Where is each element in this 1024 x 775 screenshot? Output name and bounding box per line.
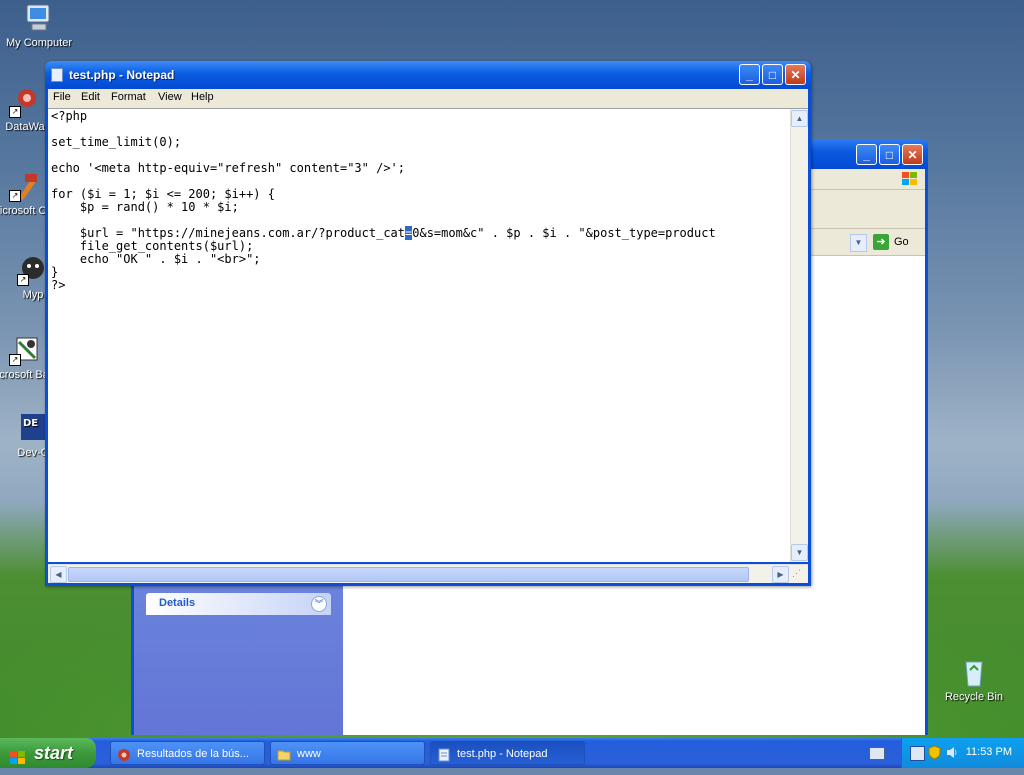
browser-icon <box>117 747 131 761</box>
desktop-icon-my-computer[interactable]: My Computer <box>0 2 78 50</box>
scroll-right-button[interactable]: ▶ <box>772 566 789 583</box>
desktop-icon-label: Recycle Bin <box>944 691 1004 703</box>
code-line: ?> <box>51 278 66 292</box>
code-line: $p = rand() * 10 * $i; <box>51 200 239 214</box>
svg-text:DE: DE <box>23 418 38 429</box>
scroll-up-button[interactable]: ▲ <box>791 110 808 127</box>
resize-grip-icon[interactable]: ⋰ <box>792 568 806 582</box>
computer-icon <box>23 2 55 34</box>
menu-help[interactable]: Help <box>191 91 214 103</box>
visual-cpp-icon: ↗ <box>9 170 41 202</box>
menu-view[interactable]: View <box>158 91 182 103</box>
shortcut-arrow-icon: ↗ <box>9 106 21 118</box>
code-line: } <box>51 265 59 279</box>
explorer-close-button[interactable]: ✕ <box>902 144 923 165</box>
desktop-icon-label: Dev-C <box>17 447 49 459</box>
clock: 11:53 PM <box>965 746 1012 758</box>
vertical-scrollbar[interactable]: ▲ ▼ <box>790 109 808 562</box>
shortcut-arrow-icon: ↗ <box>9 190 21 202</box>
system-tray: 11:53 PM <box>901 738 1024 768</box>
keyboard-layout-icon[interactable] <box>869 747 885 760</box>
desktop-icon-label: Myp <box>22 289 44 301</box>
taskbar: start Resultados de la bús... www test.p… <box>0 738 1024 768</box>
url-line-end: 0&s=mom&c" . $p . $i . "&post_type=produ… <box>412 226 716 240</box>
desktop: My Computer ↗ DataWa ↗ Microsoft C++ ↗ M… <box>0 0 1024 738</box>
code-line: echo '<meta http-equiv="refresh" content… <box>51 161 406 175</box>
folder-icon <box>277 747 291 761</box>
code-line: set_time_limit(0); <box>51 135 182 149</box>
window-title: test.php - Notepad <box>69 68 175 82</box>
visual-basic-icon: ↗ <box>9 334 41 366</box>
details-label: Details <box>159 597 196 609</box>
notepad-titlebar[interactable]: test.php - Notepad <box>45 61 811 89</box>
notepad-menubar: File Edit Format View Help <box>48 89 808 108</box>
windows-logo-icon <box>899 170 921 188</box>
shortcut-arrow-icon: ↗ <box>17 274 29 286</box>
url-line-start: $url = "https://minejeans.com.ar/?produc… <box>51 226 406 240</box>
details-panel-header[interactable]: Details ︾ <box>146 593 331 615</box>
task-button-folder[interactable]: www <box>270 741 425 765</box>
recycle-bin-icon <box>958 656 990 688</box>
desktop-icon-label: My Computer <box>5 37 73 49</box>
task-label: Resultados de la bús... <box>137 748 249 760</box>
explorer-minimize-button[interactable]: _ <box>856 144 877 165</box>
code-text[interactable]: <?php set_time_limit(0);echo '<meta http-… <box>51 110 784 292</box>
scroll-down-button[interactable]: ▼ <box>791 544 808 561</box>
code-line: echo "OK " . $i . "<br>"; <box>51 252 261 266</box>
menu-format[interactable]: Format <box>111 91 146 103</box>
notepad-minimize-button[interactable]: _ <box>739 64 760 85</box>
notepad-icon <box>437 747 451 762</box>
go-arrow-icon: ➜ <box>873 234 889 250</box>
text-editor[interactable]: <?php set_time_limit(0);echo '<meta http-… <box>48 108 808 562</box>
start-label: start <box>34 743 74 763</box>
scroll-left-button[interactable]: ◀ <box>50 566 67 583</box>
windows-flag-icon <box>9 745 27 764</box>
go-label: Go <box>894 236 909 248</box>
task-button-notepad[interactable]: test.php - Notepad <box>430 741 585 765</box>
code-line: <?php <box>51 110 88 123</box>
desktop-icon-label: DataWa <box>5 121 45 133</box>
notepad-close-button[interactable]: ✕ <box>785 64 806 85</box>
go-button[interactable]: ➜ Go <box>873 233 915 251</box>
explorer-maximize-button[interactable]: □ <box>879 144 900 165</box>
datawa-icon: ↗ <box>9 86 41 118</box>
address-dropdown-button[interactable]: ▼ <box>850 234 867 252</box>
notepad-window[interactable]: test.php - Notepad _ □ ✕ File Edit Forma… <box>45 61 811 586</box>
volume-icon[interactable] <box>946 746 959 759</box>
notepad-icon <box>51 68 63 82</box>
chevron-down-icon[interactable]: ︾ <box>311 596 327 612</box>
task-button-browser[interactable]: Resultados de la bús... <box>110 741 265 765</box>
task-label: www <box>297 748 321 760</box>
horizontal-scroll-thumb[interactable] <box>68 567 749 582</box>
start-button[interactable]: start <box>0 738 96 768</box>
network-icon[interactable] <box>910 746 925 761</box>
security-shield-icon[interactable] <box>928 745 941 760</box>
desktop-icon-recycle-bin[interactable]: Recycle Bin <box>935 656 1013 704</box>
menu-file[interactable]: File <box>53 91 71 103</box>
task-label: test.php - Notepad <box>457 748 548 760</box>
notepad-maximize-button[interactable]: □ <box>762 64 783 85</box>
shortcut-arrow-icon: ↗ <box>9 354 21 366</box>
menu-edit[interactable]: Edit <box>81 91 100 103</box>
horizontal-scrollbar[interactable]: ◀ ▶ ⋰ <box>48 564 808 583</box>
